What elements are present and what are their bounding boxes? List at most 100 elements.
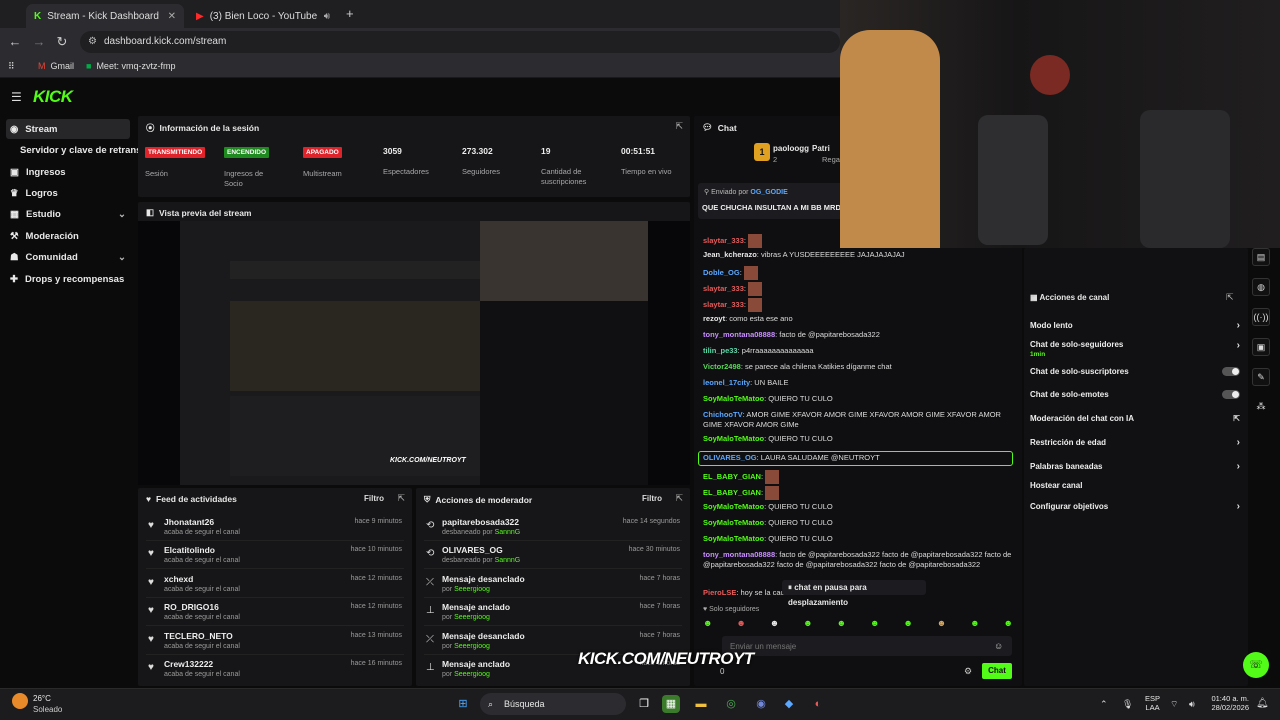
sidebar-item-drops[interactable]: ✚ Drops y recompensas	[6, 269, 130, 289]
chat-username[interactable]: slaytar_333	[703, 284, 744, 293]
windows-start-icon[interactable]: ⊞	[454, 695, 472, 713]
chat-username[interactable]: tilin_pe33	[703, 346, 738, 355]
rail-card-icon[interactable]: ▣	[1252, 338, 1270, 356]
chat-username[interactable]: PieroLSE	[703, 588, 736, 597]
emote-icon[interactable]: ☻	[1004, 618, 1013, 632]
chat-username[interactable]: SoyMaloTeMatoo	[703, 394, 764, 403]
pinned-message[interactable]: ⚲ Enviado por OG_GODIE QUE CHUCHA INSULT…	[698, 183, 848, 219]
moderator-name[interactable]: Seeergioog	[454, 614, 490, 621]
chat-username[interactable]: EL_BABY_GIAN	[703, 472, 761, 481]
sidebar-item-logros[interactable]: ♛ Logros	[6, 183, 130, 203]
bookmark-meet[interactable]: ■ Meet: vmq-zvtz-fmp	[86, 61, 175, 71]
popout-icon[interactable]: ⇱	[397, 493, 405, 504]
minecraft-icon[interactable]: ▦	[662, 695, 680, 713]
chat-username[interactable]: Jean_kcherazo	[703, 250, 757, 259]
emote-icon[interactable]: ☻	[970, 618, 979, 632]
clock[interactable]: 01:40 a. m. 28/02/2026	[1205, 694, 1249, 712]
volume-icon[interactable]: 🔊︎	[1189, 699, 1195, 710]
pinned-user[interactable]: OG_GODIE	[750, 189, 787, 196]
slow-mode[interactable]: Modo lento ›	[1030, 320, 1240, 331]
weather-icon[interactable]	[12, 693, 28, 709]
subscribers-only-chat[interactable]: Chat de solo-suscriptores	[1030, 367, 1240, 376]
host-channel[interactable]: Hostear canal	[1030, 481, 1240, 490]
notifications-icon[interactable]: 🔔︎	[1256, 698, 1269, 709]
emoji-picker-icon[interactable]: ☺	[994, 641, 1003, 651]
chat-username[interactable]: EL_BABY_GIAN	[703, 488, 761, 497]
microphone-icon[interactable]: 🎙︎	[1122, 699, 1133, 710]
chat-username[interactable]: leonel_17city	[703, 378, 750, 387]
chat-username[interactable]: Doble_OG	[703, 268, 740, 277]
apps-grid-icon[interactable]: ⠿	[8, 61, 15, 72]
send-chat-button[interactable]: Chat	[982, 663, 1012, 679]
stream-preview-video[interactable]: KICK.COM/NEUTROYT	[138, 221, 690, 485]
chat-username[interactable]: SoyMaloTeMatoo	[703, 518, 764, 527]
sidebar-item-stream[interactable]: ◉ Stream	[6, 119, 130, 139]
chat-settings-icon[interactable]: ⚙	[964, 666, 972, 677]
rail-chat-icon[interactable]: ◍	[1252, 278, 1270, 296]
sidebar-item-comunidad[interactable]: ☗ Comunidad ⌄	[6, 247, 130, 267]
kick-logo[interactable]: KICK	[33, 87, 73, 107]
subscribers-only-toggle[interactable]	[1222, 367, 1240, 376]
back-icon[interactable]: ←	[7, 34, 23, 50]
chat-username[interactable]: SoyMaloTeMatoo	[703, 502, 764, 511]
rail-tools-icon[interactable]: ✎	[1252, 368, 1270, 386]
app-icon[interactable]: ◐	[809, 695, 827, 713]
tray-chevron-up-icon[interactable]: ⌃	[1100, 699, 1108, 710]
emote-icon[interactable]: ☻	[837, 618, 846, 632]
chat-paused-banner[interactable]: ⏸ chat en pausa para desplazamiento	[782, 580, 926, 607]
tab-youtube[interactable]: ▶ (3) Bien Loco - YouTube 🔊︎	[188, 4, 338, 28]
chat-username[interactable]: slaytar_333	[703, 236, 744, 245]
support-chat-button[interactable]: ☏	[1243, 652, 1269, 678]
app-icon[interactable]: ◆	[780, 695, 798, 713]
rail-notes-icon[interactable]: ▤	[1252, 248, 1270, 266]
url-field[interactable]: ⚙ dashboard.kick.com/stream	[80, 31, 840, 53]
emotes-only-chat[interactable]: Chat de solo-emotes	[1030, 390, 1240, 399]
language-indicator[interactable]: ESP LAA	[1145, 694, 1160, 712]
chat-username[interactable]: Victor2498	[703, 362, 741, 371]
sidebar-item-moderacion[interactable]: ⚒ Moderación	[6, 226, 130, 246]
bookmark-gmail[interactable]: M Gmail	[38, 61, 74, 71]
moderator-name[interactable]: SannnG	[495, 529, 521, 536]
taskbar-search[interactable]: ⌕ Búsqueda	[480, 693, 626, 715]
chat-message-input[interactable]	[722, 636, 1012, 656]
site-info-icon[interactable]: ⚙	[88, 31, 97, 53]
close-tab-icon[interactable]: ✕	[168, 11, 176, 22]
rail-broadcast-icon[interactable]: ((·))	[1252, 308, 1270, 326]
popout-icon[interactable]: ⇱	[1226, 292, 1234, 303]
emote-icon[interactable]: ☻	[803, 618, 812, 632]
speaker-icon[interactable]: 🔊︎	[324, 11, 330, 22]
mod-filter-button[interactable]: Filtro	[642, 494, 662, 503]
popout-icon[interactable]: ⇱	[675, 493, 683, 504]
hamburger-menu-icon[interactable]: ☰	[11, 90, 22, 104]
chrome-icon[interactable]: ◎	[722, 695, 740, 713]
chat-username[interactable]: tony_montana08888	[703, 550, 775, 559]
task-view-icon[interactable]: ❐	[635, 695, 653, 713]
discord-icon[interactable]: ◉	[752, 695, 770, 713]
feed-filter-button[interactable]: Filtro	[364, 494, 384, 503]
reload-icon[interactable]: ↻	[54, 34, 70, 50]
emote-icon[interactable]: ☻	[870, 618, 879, 632]
chat-username[interactable]: ChichooTV	[703, 410, 743, 419]
moderator-name[interactable]: SannnG	[495, 557, 521, 564]
wifi-icon[interactable]: ⌔	[1170, 699, 1178, 710]
moderator-name[interactable]: Seeergioog	[454, 586, 490, 593]
age-restriction[interactable]: Restricción de edad ›	[1030, 437, 1240, 448]
popout-icon[interactable]: ⇱	[675, 121, 683, 132]
followers-only-chat[interactable]: Chat de solo-seguidores 1min ›	[1030, 340, 1240, 358]
chat-username[interactable]: rezoyt	[703, 314, 725, 323]
moderator-name[interactable]: Seeergioog	[454, 643, 490, 650]
emotes-only-toggle[interactable]	[1222, 390, 1240, 399]
new-tab-button[interactable]: +	[346, 6, 354, 21]
emote-icon[interactable]: ☻	[770, 618, 779, 632]
emote-icon[interactable]: ☻	[703, 618, 712, 632]
sidebar-item-ingresos[interactable]: ▣ Ingresos	[6, 162, 130, 182]
file-explorer-icon[interactable]: ▬	[692, 695, 710, 713]
moderator-name[interactable]: Seeergioog	[454, 671, 490, 678]
configure-goals[interactable]: Configurar objetivos ›	[1030, 501, 1240, 512]
emote-icon[interactable]: ☻	[937, 618, 946, 632]
top-gifter-name[interactable]: paoloogg	[773, 144, 809, 153]
banned-words[interactable]: Palabras baneadas ›	[1030, 461, 1240, 472]
chat-username[interactable]: tony_montana08888	[703, 330, 775, 339]
ai-moderation[interactable]: Moderación del chat con IA ⇱	[1030, 414, 1240, 423]
tab-kick-dashboard[interactable]: K Stream - Kick Dashboard ✕	[26, 4, 184, 28]
